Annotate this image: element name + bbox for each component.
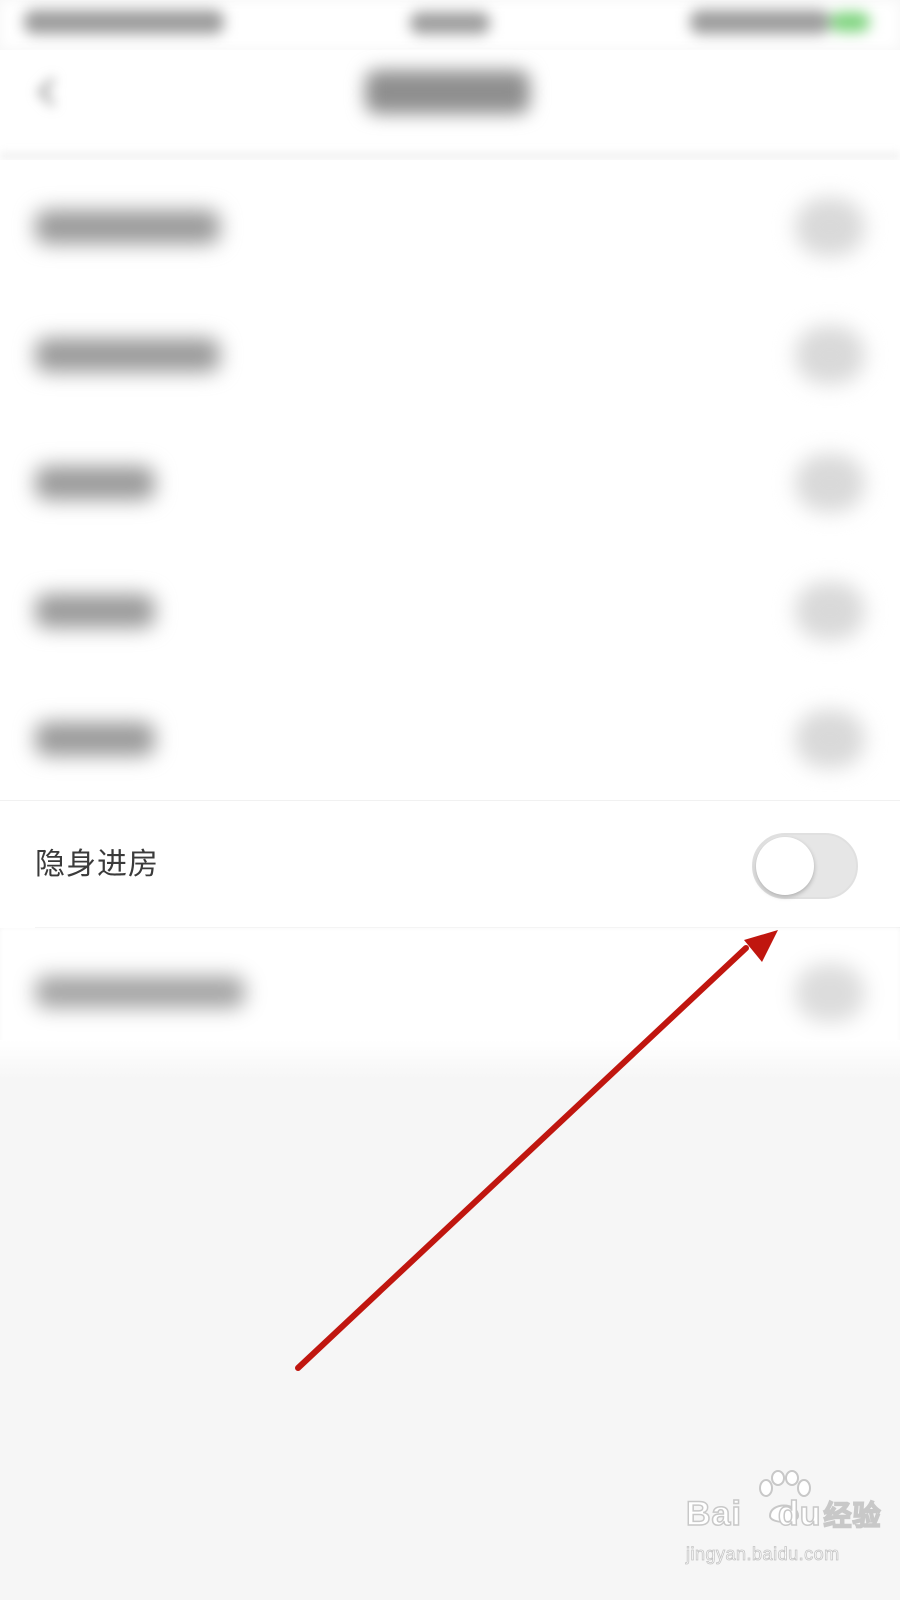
status-time-blurred [410,12,490,34]
toggle-knob [756,837,814,895]
watermark-logo-cn: 经验 [823,1499,882,1532]
settings-row-blurred[interactable] [0,672,900,800]
settings-list-blurred [0,160,900,800]
status-bar [0,0,900,50]
watermark-url: jingyan.baidu.com [686,1544,840,1565]
toggle-switch-blurred[interactable] [795,964,865,1022]
settings-row-blurred[interactable] [0,928,900,1058]
settings-row-blurred[interactable] [0,160,900,288]
watermark-logo-right: du [777,1494,822,1534]
row-label-blurred [35,976,245,1008]
watermark-logo: Bai du经验 [685,1494,882,1534]
row-label-blurred [35,594,155,628]
settings-row-invisible-entry[interactable]: 隐身进房 [0,800,900,928]
navigation-bar [0,50,900,160]
settings-screen: 隐身进房 Bai du经验 jingyan.baidu.com [0,0,900,1600]
toggle-switch-blurred[interactable] [795,326,865,384]
row-label-blurred [35,466,155,500]
toggle-switch-blurred[interactable] [795,710,865,768]
settings-row-blurred[interactable] [0,544,900,672]
toggle-switch-blurred[interactable] [795,582,865,640]
status-carrier-blurred [24,10,224,34]
page-title-blurred [365,70,530,114]
battery-icon [830,12,870,32]
toggle-switch-blurred[interactable] [795,454,865,512]
settings-row-blurred[interactable] [0,416,900,544]
row-label-blurred [35,210,220,244]
back-arrow-icon[interactable] [28,72,68,112]
row-label-blurred [35,722,155,756]
row-label-blurred [35,338,220,372]
settings-row-blurred[interactable] [0,288,900,416]
list-bottom-fade [0,1040,900,1080]
toggle-switch-blurred[interactable] [795,198,865,256]
invisible-entry-toggle[interactable] [752,833,858,899]
invisible-entry-label: 隐身进房 [35,847,159,882]
watermark-logo-left: Bai [685,1494,742,1534]
baidu-jingyan-watermark: Bai du经验 jingyan.baidu.com [685,1470,881,1580]
nav-divider [0,152,900,160]
status-icons-blurred [690,10,830,34]
